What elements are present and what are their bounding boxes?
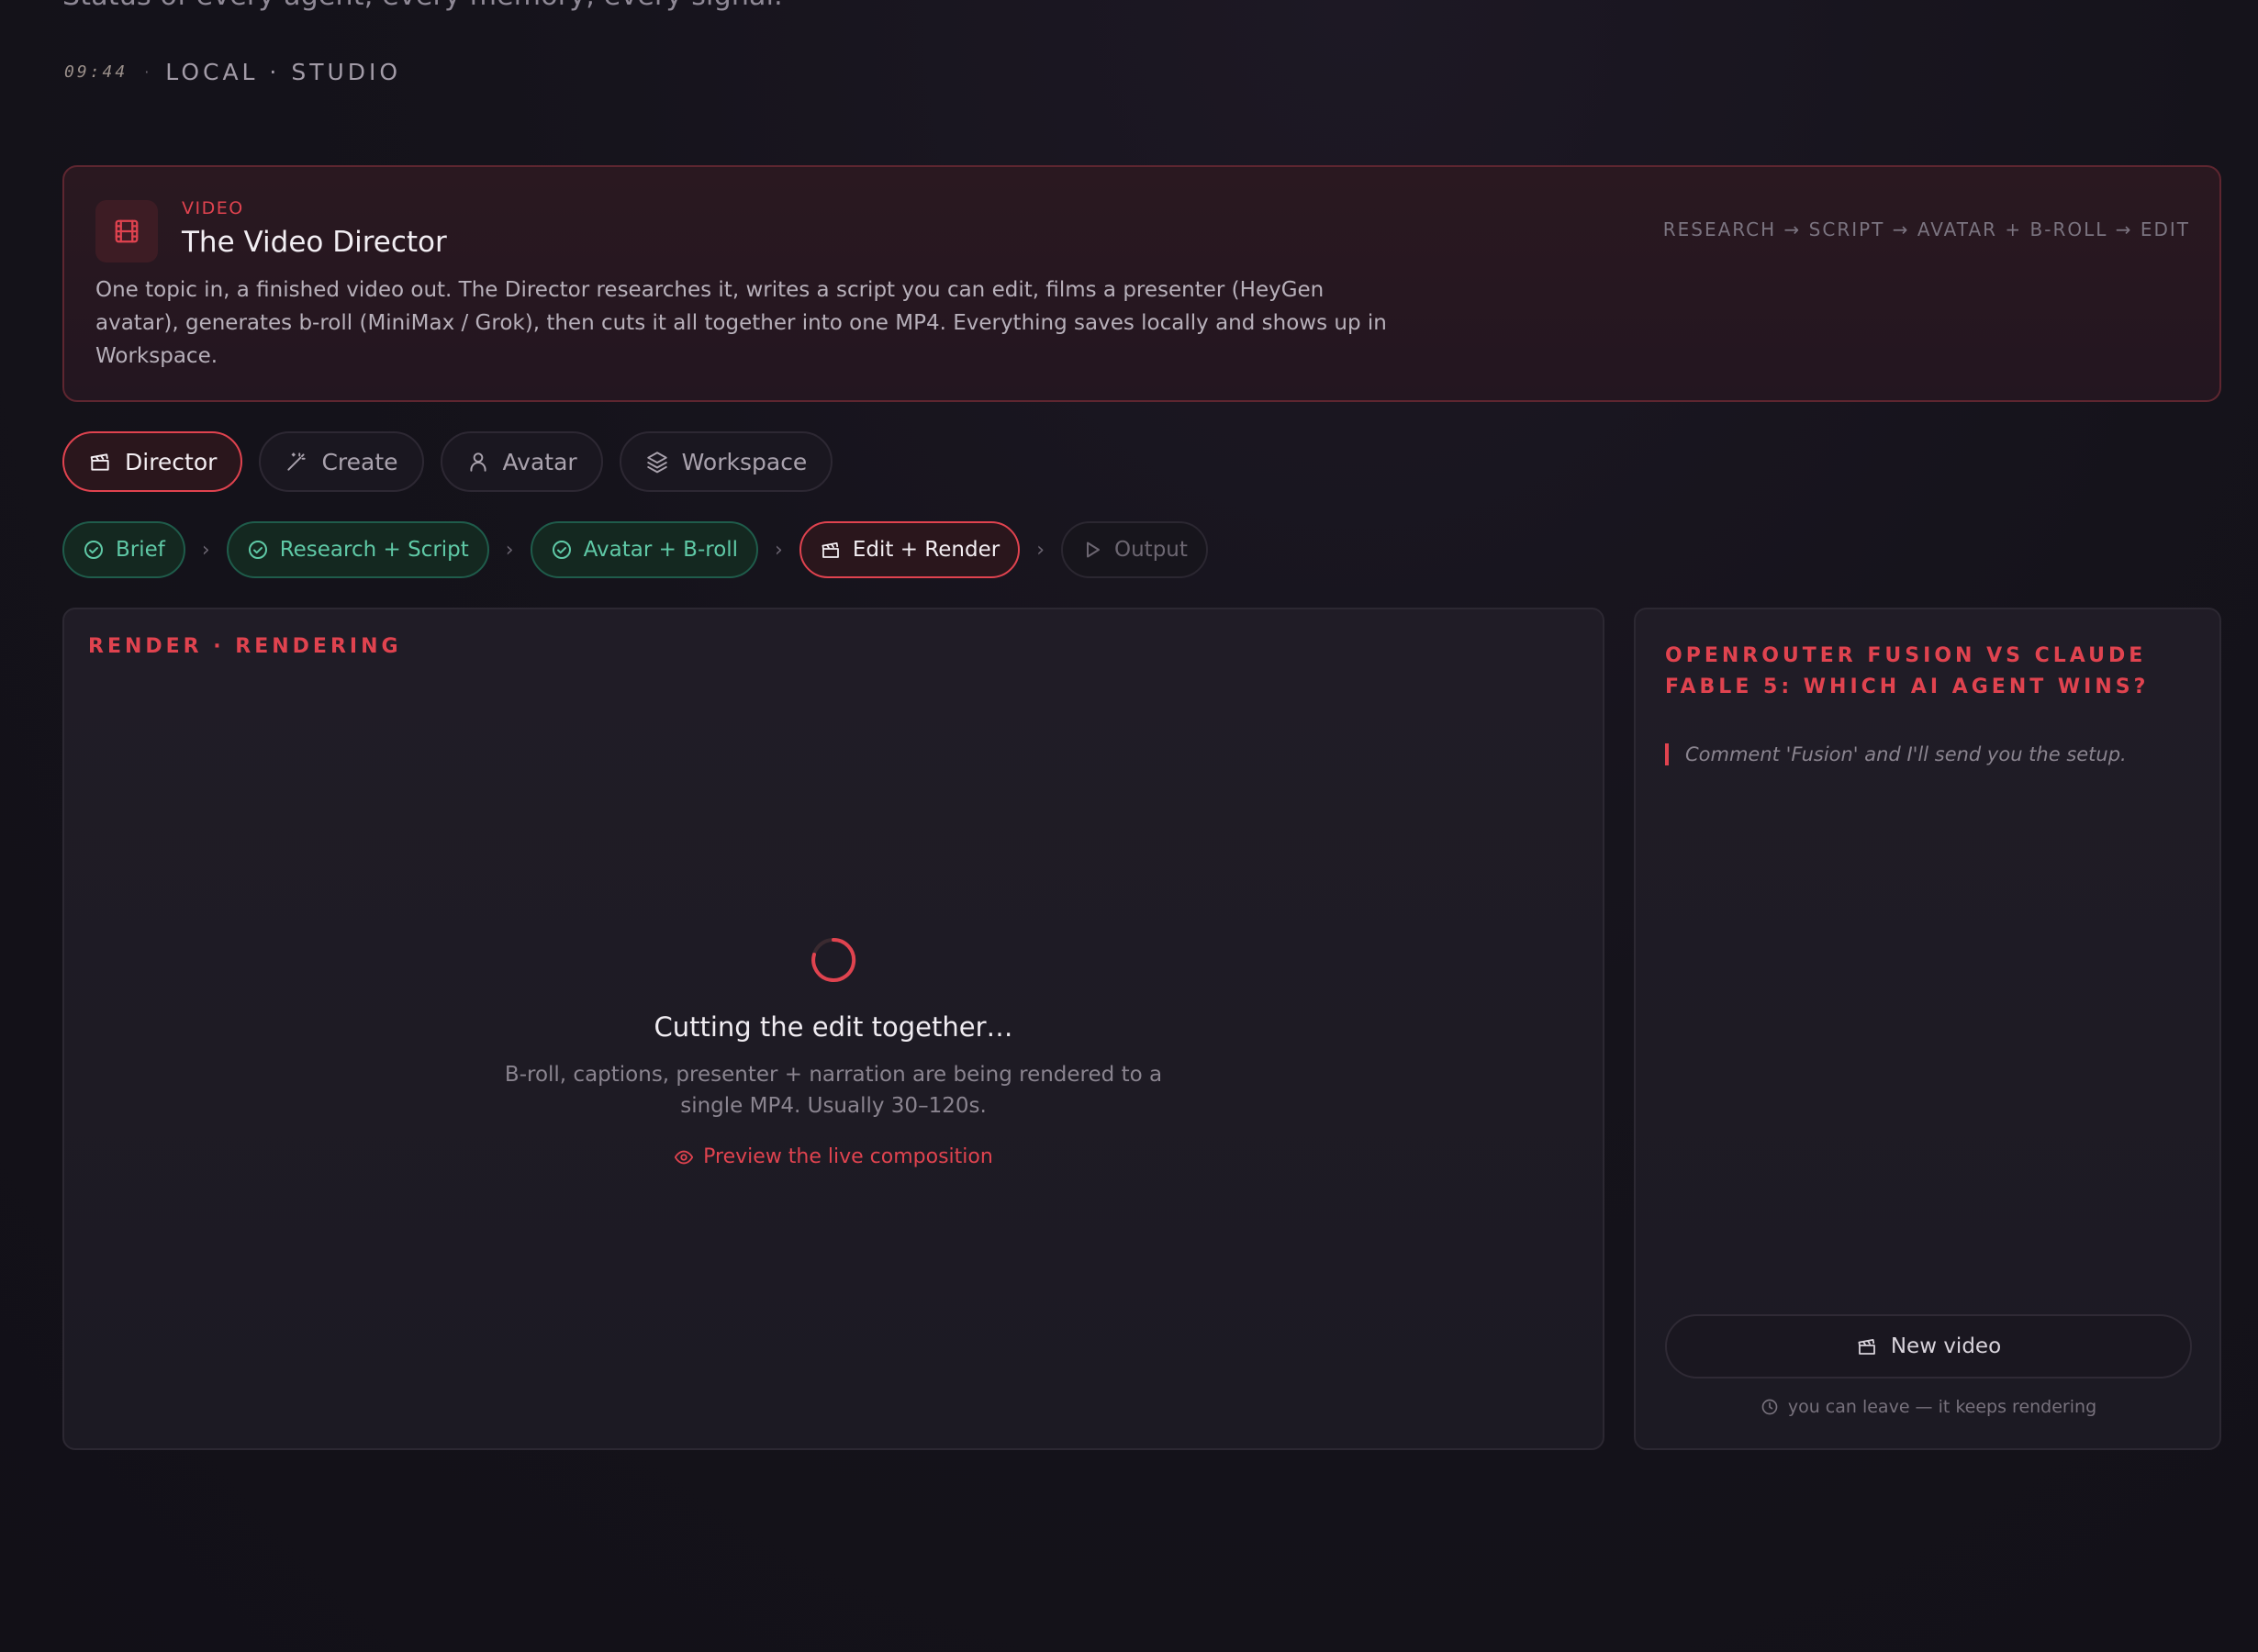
- location-label: LOCAL · STUDIO: [165, 59, 402, 85]
- check-circle-icon: [551, 539, 573, 561]
- chevron-right-icon: ›: [201, 538, 210, 562]
- tab-create[interactable]: Create: [259, 431, 424, 492]
- chevron-right-icon: ›: [775, 538, 783, 562]
- step-label: Avatar + B-roll: [583, 538, 739, 562]
- check-circle-icon: [83, 539, 105, 561]
- leave-note-text: you can leave — it keeps rendering: [1787, 1397, 2097, 1417]
- clock: 09:44: [64, 62, 129, 82]
- video-summary-panel: OPENROUTER FUSION VS CLAUDE FABLE 5: WHI…: [1634, 608, 2221, 1450]
- render-status-label: RENDER · RENDERING: [88, 635, 402, 658]
- step-output[interactable]: Output: [1061, 521, 1208, 578]
- mode-tabs: Director Create Avatar Workspace: [62, 431, 833, 492]
- tab-label: Avatar: [502, 448, 577, 475]
- step-label: Output: [1114, 538, 1188, 562]
- tab-label: Director: [125, 448, 218, 475]
- film-icon: [95, 200, 158, 262]
- spinner-icon: [808, 934, 859, 986]
- status-meta: 09:44 · LOCAL · STUDIO: [64, 59, 401, 85]
- clapperboard-icon: [88, 450, 112, 474]
- clapperboard-icon: [820, 539, 842, 561]
- hero-title: The Video Director: [182, 226, 447, 259]
- clock-icon: [1761, 1398, 1779, 1416]
- loading-title: Cutting the edit together…: [654, 1011, 1013, 1043]
- step-label: Brief: [116, 538, 165, 562]
- step-label: Research + Script: [279, 538, 469, 562]
- step-edit-render[interactable]: Edit + Render: [799, 521, 1021, 578]
- loading-description: B-roll, captions, presenter + narration …: [504, 1063, 1163, 1118]
- user-icon: [466, 450, 490, 474]
- pipeline-flow: RESEARCH → SCRIPT → AVATAR + B-ROLL → ED…: [1662, 218, 2190, 240]
- hero-card: VIDEO The Video Director One topic in, a…: [62, 165, 2221, 402]
- step-label: Edit + Render: [852, 538, 1000, 562]
- hero-description: One topic in, a finished video out. The …: [95, 278, 1387, 368]
- render-panel: RENDER · RENDERING Cutting the edit toge…: [62, 608, 1604, 1450]
- video-title: OPENROUTER FUSION VS CLAUDE FABLE 5: WHI…: [1665, 644, 2150, 698]
- check-circle-icon: [247, 539, 269, 561]
- step-brief[interactable]: Brief: [62, 521, 185, 578]
- layers-icon: [645, 450, 669, 474]
- magic-wand-icon: [285, 450, 308, 474]
- meta-separator: ·: [144, 63, 150, 81]
- pipeline-steps: Brief › Research + Script › Avatar + B-r…: [62, 521, 1208, 578]
- tab-avatar[interactable]: Avatar: [440, 431, 603, 492]
- tab-workspace[interactable]: Workspace: [619, 431, 833, 492]
- loading-state: Cutting the edit together… B-roll, capti…: [64, 934, 1603, 1171]
- tab-director[interactable]: Director: [62, 431, 243, 492]
- preview-link-label: Preview the live composition: [703, 1145, 993, 1168]
- call-to-action-quote: Comment 'Fusion' and I'll send you the s…: [1665, 743, 2127, 765]
- new-video-button[interactable]: New video: [1665, 1314, 2192, 1379]
- chevron-right-icon: ›: [1036, 538, 1045, 562]
- tab-label: Workspace: [681, 448, 808, 475]
- page-subtitle: Status of every agent, every memory, eve…: [62, 0, 783, 12]
- background-render-note: you can leave — it keeps rendering: [1665, 1397, 2192, 1417]
- preview-live-link[interactable]: Preview the live composition: [674, 1145, 993, 1168]
- step-research-script[interactable]: Research + Script: [226, 521, 489, 578]
- chevron-right-icon: ›: [505, 538, 514, 562]
- clapperboard-icon: [1856, 1335, 1878, 1357]
- play-icon: [1081, 539, 1103, 561]
- step-avatar-broll[interactable]: Avatar + B-roll: [530, 521, 759, 578]
- new-video-label: New video: [1890, 1334, 2002, 1358]
- hero-kicker: VIDEO: [182, 198, 244, 218]
- eye-icon: [674, 1147, 694, 1167]
- tab-label: Create: [321, 448, 398, 475]
